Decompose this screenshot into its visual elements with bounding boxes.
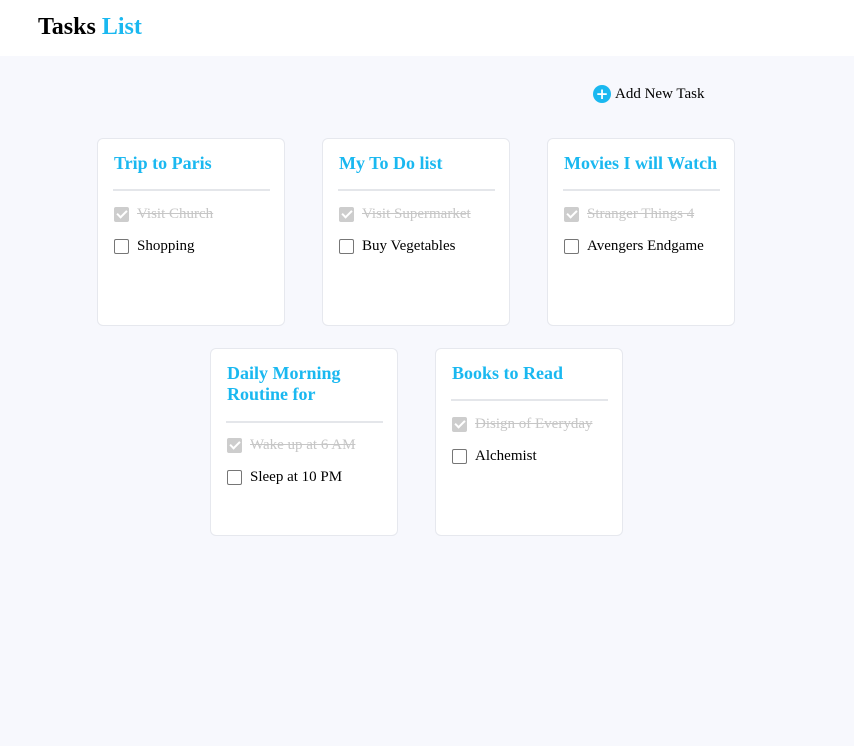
card-divider bbox=[113, 189, 270, 191]
task-item[interactable]: Sleep at 10 PM bbox=[227, 468, 342, 486]
task-item[interactable]: Avengers Endgame bbox=[564, 237, 704, 255]
card-divider bbox=[451, 399, 608, 401]
task-item[interactable]: Wake up at 6 AM bbox=[227, 436, 355, 454]
task-item[interactable]: Visit Supermarket bbox=[339, 205, 471, 223]
task-label: Stranger Things 4 bbox=[587, 206, 695, 222]
task-list-card: Movies I will Watch Stranger Things 4 Av… bbox=[547, 138, 735, 326]
task-label: Buy Vegetables bbox=[362, 238, 456, 254]
card-title: Movies I will Watch bbox=[564, 153, 718, 173]
task-label: Avengers Endgame bbox=[587, 238, 704, 254]
card-title: Daily Morning Routine for bbox=[227, 363, 341, 404]
task-list-card: Books to Read Disign of Everyday Alchemi… bbox=[435, 348, 623, 536]
task-item[interactable]: Alchemist bbox=[452, 447, 537, 465]
add-new-task-label[interactable]: Add New Task bbox=[615, 84, 705, 104]
task-item[interactable]: Shopping bbox=[114, 237, 195, 255]
task-list-card: My To Do list Visit Supermarket Buy Vege… bbox=[322, 138, 510, 326]
task-checkbox[interactable] bbox=[564, 238, 579, 254]
task-list-card: Daily Morning Routine for Wake up at 6 A… bbox=[210, 348, 398, 536]
task-item[interactable]: Visit Church bbox=[114, 205, 213, 223]
task-checkbox[interactable] bbox=[339, 238, 354, 254]
task-item[interactable]: Disign of Everyday bbox=[452, 415, 592, 433]
task-checkbox[interactable] bbox=[114, 206, 129, 222]
card-divider bbox=[338, 189, 495, 191]
card-title: Books to Read bbox=[452, 363, 564, 383]
app-title-main: Tasks bbox=[38, 14, 96, 40]
task-checkbox[interactable] bbox=[227, 469, 242, 485]
task-label: Visit Church bbox=[137, 206, 214, 222]
plus-circle-icon[interactable]: + bbox=[593, 85, 611, 103]
task-item[interactable]: Stranger Things 4 bbox=[564, 205, 694, 223]
task-checkbox[interactable] bbox=[564, 206, 579, 222]
task-label: Disign of Everyday bbox=[475, 416, 593, 432]
task-label: Shopping bbox=[137, 238, 195, 254]
task-label: Wake up at 6 AM bbox=[250, 437, 356, 453]
task-checkbox[interactable] bbox=[339, 206, 354, 222]
task-list-card: Trip to Paris Visit Church Shopping bbox=[97, 138, 285, 326]
card-divider bbox=[226, 421, 383, 423]
app-title: Tasks List bbox=[38, 12, 142, 42]
app-title-accent: List bbox=[101, 14, 142, 40]
card-title: Trip to Paris bbox=[114, 153, 212, 173]
task-label: Visit Supermarket bbox=[362, 206, 471, 222]
task-checkbox[interactable] bbox=[227, 437, 242, 453]
task-checkbox[interactable] bbox=[114, 238, 129, 254]
add-new-task-button[interactable]: + Add New Task bbox=[593, 84, 705, 104]
app-header: Tasks List bbox=[0, 0, 854, 56]
task-label: Alchemist bbox=[475, 448, 537, 464]
card-divider bbox=[563, 189, 720, 191]
card-title: My To Do list bbox=[339, 153, 443, 173]
task-checkbox[interactable] bbox=[452, 416, 467, 432]
task-label: Sleep at 10 PM bbox=[250, 469, 343, 485]
task-item[interactable]: Buy Vegetables bbox=[339, 237, 455, 255]
task-checkbox[interactable] bbox=[452, 448, 467, 464]
